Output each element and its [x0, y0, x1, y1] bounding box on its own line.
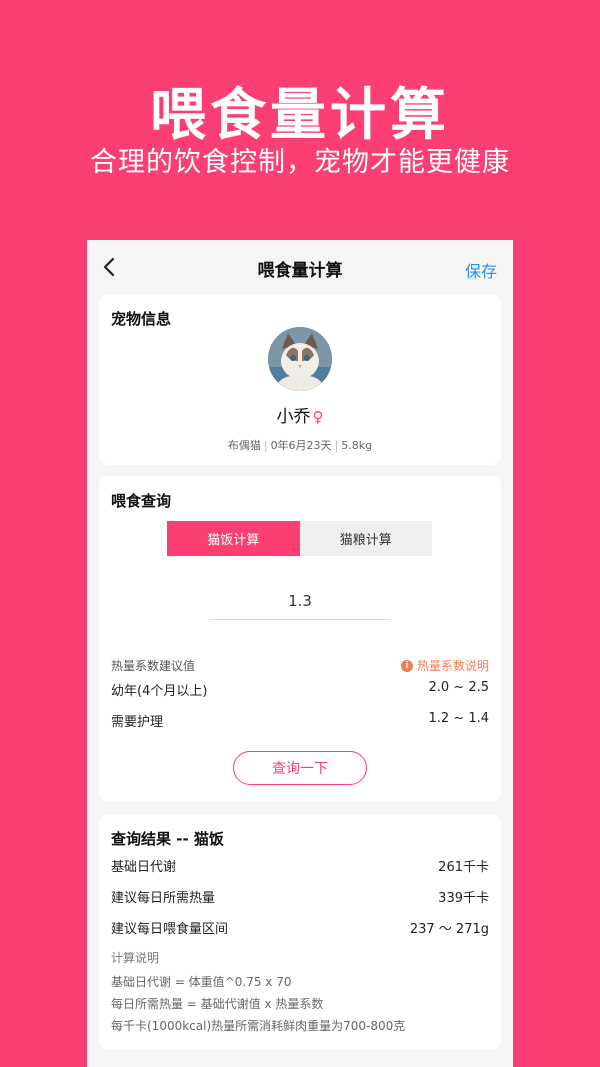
pet-age: 0年6月23天	[270, 439, 332, 452]
hero-subtitle: 合理的饮食控制，宠物才能更健康	[90, 147, 510, 178]
result-row-value: 261千卡	[438, 860, 489, 875]
tab-cat-meal[interactable]: 猫饭计算	[167, 521, 300, 556]
row-label: 需要护理	[111, 715, 164, 730]
query-button[interactable]: 查询一下	[233, 751, 367, 785]
row-value: 2.0 ~ 2.5	[428, 680, 489, 695]
pet-name-row: 小乔 ♀	[99, 402, 501, 427]
result-row-value: 339千卡	[438, 891, 489, 906]
page-title: 喂食量计算	[257, 261, 343, 281]
divider: |	[334, 439, 339, 452]
pet-meta: 布偶猫 | 0年6月23天 | 5.8kg	[99, 437, 501, 453]
notes-title: 计算说明	[111, 951, 160, 965]
feeding-query-card: 喂食查询 猫饭计算 猫粮计算 热量系数建议值 i 热量系数说明 幼年(4个月以上…	[99, 476, 501, 802]
note-line: 每日所需热量 = 基础代谢值 x 热量系数	[111, 997, 324, 1011]
tab-cat-food[interactable]: 猫粮计算	[299, 521, 432, 556]
coefficient-help-link[interactable]: i 热量系数说明	[400, 657, 489, 674]
divider: |	[263, 439, 268, 452]
pet-avatar[interactable]	[268, 327, 332, 391]
result-row-label: 基础日代谢	[111, 860, 177, 875]
coefficient-help-label: 热量系数说明	[416, 659, 489, 673]
pet-info-title: 宠物信息	[111, 310, 172, 328]
row-label: 幼年(4个月以上)	[111, 684, 208, 699]
result-title: 查询结果 -- 猫饭	[111, 830, 224, 848]
pet-info-card: 宠物信息 小乔 ♀ 布偶猫 | 0年6月23天 | 5.8kg	[99, 294, 501, 465]
navbar: 喂食量计算 保存	[87, 240, 513, 294]
note-line: 每千卡(1000kcal)热量所需消耗鲜肉重量为700-800克	[111, 1019, 406, 1033]
coefficient-label: 热量系数建议值	[111, 659, 196, 673]
row-value: 1.2 ~ 1.4	[428, 711, 489, 726]
pet-weight: 5.8kg	[341, 439, 373, 452]
result-row-value: 237 ～ 271g	[409, 922, 489, 937]
hero-title: 喂食量计算	[150, 83, 450, 148]
result-row-label: 建议每日喂食量区间	[111, 922, 229, 937]
female-icon: ♀	[312, 408, 324, 426]
note-line: 基础日代谢 = 体重值^0.75 x 70	[111, 975, 292, 989]
save-button[interactable]: 保存	[465, 258, 497, 282]
info-icon: i	[400, 659, 413, 672]
result-row-label: 建议每日所需热量	[111, 891, 216, 906]
pet-name: 小乔	[276, 407, 311, 427]
app-screen: 喂食量计算 保存 宠物信息 小乔 ♀ 布偶猫 | 0年6月23天 | 5.8kg…	[87, 240, 513, 1067]
calc-mode-tabs: 猫饭计算 猫粮计算	[167, 521, 432, 556]
pet-breed: 布偶猫	[227, 439, 261, 452]
coefficient-input[interactable]	[210, 582, 390, 620]
feeding-query-title: 喂食查询	[111, 492, 172, 510]
query-result-card: 查询结果 -- 猫饭 基础日代谢 261千卡 建议每日所需热量 339千卡 建议…	[99, 814, 501, 1050]
